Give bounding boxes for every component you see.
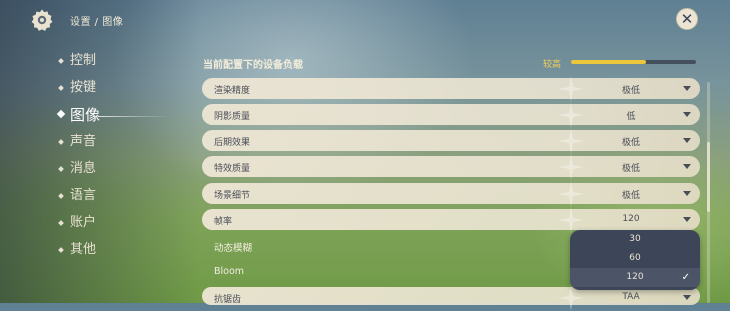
sidebar-item-label: 声音	[70, 134, 97, 149]
breadcrumb: 设置 / 图像	[70, 17, 124, 28]
chevron-down-icon[interactable]	[683, 164, 691, 170]
sidebar-item-control[interactable]: 控制	[58, 51, 100, 78]
option-label: 60	[629, 253, 641, 263]
frame-rate-dropdown: 30 60 120 ✓	[570, 230, 700, 290]
scrollbar-thumb[interactable]	[707, 142, 710, 212]
sidebar-item-language[interactable]: 语言	[58, 186, 100, 213]
setting-shadow-quality[interactable]: 阴影质量 低	[202, 102, 700, 129]
sparkle-icon	[558, 206, 584, 233]
device-load-title: 当前配置下的设备负载	[203, 60, 303, 71]
setting-value: 极低	[621, 164, 640, 175]
scrollbar[interactable]	[707, 82, 710, 303]
close-icon: ✕	[680, 10, 694, 28]
dropdown-option-120[interactable]: 120 ✓	[570, 268, 700, 287]
sidebar-item-label: 按键	[70, 80, 97, 95]
setting-effects-quality[interactable]: 特效质量 极低	[202, 154, 700, 181]
setting-post-processing[interactable]: 后期效果 极低	[202, 128, 700, 155]
bullet-icon	[58, 85, 64, 91]
chevron-down-icon[interactable]	[683, 112, 691, 118]
setting-label: 动态模糊	[214, 242, 253, 254]
bullet-icon	[58, 166, 64, 172]
setting-value: TAA	[622, 292, 640, 303]
device-load-fill	[571, 60, 646, 64]
sidebar-item-audio[interactable]: 声音	[58, 132, 100, 159]
setting-label: 特效质量	[214, 164, 251, 175]
setting-frame-rate[interactable]: 帧率 120	[202, 206, 700, 233]
chevron-down-icon[interactable]	[683, 216, 691, 222]
sidebar-item-label: 消息	[70, 161, 97, 176]
bullet-icon	[58, 247, 64, 253]
dropdown-option-30[interactable]: 30	[570, 230, 700, 249]
setting-value: 极低	[621, 190, 640, 201]
sidebar-item-other[interactable]: 其他	[58, 240, 100, 267]
bullet-icon	[56, 109, 66, 119]
bullet-icon	[58, 220, 64, 226]
sparkle-icon	[558, 102, 584, 129]
sparkle-icon	[558, 180, 584, 207]
setting-label: 阴影质量	[214, 112, 251, 123]
setting-label: 帧率	[214, 216, 233, 227]
option-label: 30	[629, 234, 641, 244]
setting-label: 渲染精度	[214, 86, 251, 96]
sidebar-item-graphics[interactable]: 图像	[56, 105, 169, 132]
sparkle-icon	[558, 154, 584, 181]
setting-value: 120	[622, 213, 640, 224]
sidebar-item-label: 其他	[70, 242, 97, 257]
bullet-icon	[58, 139, 64, 145]
sidebar-item-messages[interactable]: 消息	[58, 159, 100, 186]
sidebar-item-label: 图像	[70, 106, 101, 124]
option-label: 120	[626, 272, 644, 282]
chevron-down-icon[interactable]	[683, 190, 691, 196]
chevron-down-icon[interactable]	[683, 138, 691, 144]
setting-label: 场景细节	[214, 190, 251, 201]
gear-icon	[30, 8, 54, 32]
bullet-icon	[58, 58, 64, 64]
setting-value: 极低	[621, 138, 640, 149]
setting-value: 极低	[621, 86, 640, 96]
sidebar-item-keys[interactable]: 按键	[58, 78, 100, 105]
setting-label: 后期效果	[214, 138, 251, 149]
check-icon: ✓	[681, 272, 690, 283]
setting-label: 抗锯齿	[214, 295, 242, 306]
sidebar-item-account[interactable]: 账户	[58, 213, 100, 240]
dropdown-option-60[interactable]: 60	[570, 249, 700, 268]
setting-label: Bloom	[214, 265, 245, 277]
chevron-down-icon[interactable]	[683, 86, 691, 91]
sidebar-nav: 控制 按键 图像 声音 消息 语言 账户 其他	[56, 51, 169, 267]
device-load-bar	[571, 60, 696, 64]
sparkle-icon	[558, 128, 584, 155]
sidebar-item-label: 控制	[70, 53, 97, 68]
bullet-icon	[58, 193, 64, 199]
sidebar-item-label: 语言	[70, 188, 97, 203]
sparkle-icon	[558, 76, 584, 102]
chevron-down-icon[interactable]	[683, 295, 691, 301]
setting-render-resolution[interactable]: 渲染精度 极低	[202, 76, 700, 102]
close-button[interactable]: ✕	[676, 8, 698, 30]
device-load-level-label: 较高	[543, 60, 562, 70]
setting-scene-detail[interactable]: 场景细节 极低	[202, 180, 700, 207]
setting-value: 低	[626, 112, 636, 123]
sidebar-item-label: 账户	[70, 215, 97, 230]
